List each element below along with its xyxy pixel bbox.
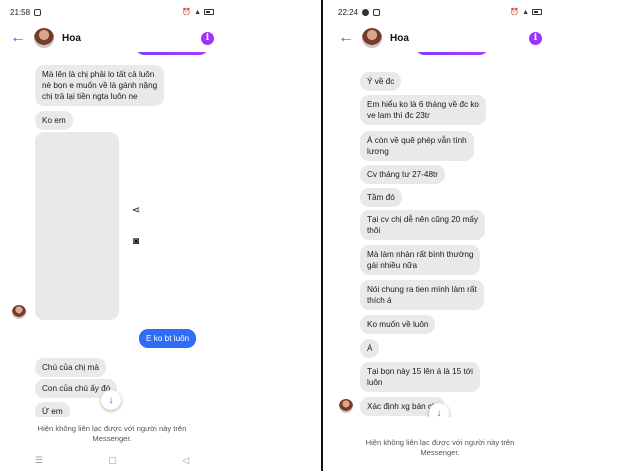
sent-message-fragment[interactable] xyxy=(416,52,488,55)
contact-small-avatar xyxy=(12,305,26,319)
notice-line-2: Messenger. xyxy=(92,433,132,443)
scroll-down-arrow-icon[interactable]: ↓ xyxy=(101,390,121,410)
contact-name[interactable]: Hoa xyxy=(390,33,529,44)
notice-line-1: Hiện không liên lạc được với người này t… xyxy=(37,424,187,433)
sent-message-fragment[interactable] xyxy=(136,52,208,55)
scroll-down-arrow-icon[interactable]: ↓ xyxy=(429,403,449,417)
received-message[interactable]: Ko em xyxy=(35,111,73,131)
left-phone-screenshot: 21:58 ⏰ ▲ ← Hoa i Mà lên là chị phải lo … xyxy=(2,0,222,471)
battery-icon xyxy=(532,9,542,15)
received-message[interactable]: Chú của chị mà xyxy=(35,358,106,378)
received-message[interactable]: Cv tháng tư 27-48tr xyxy=(360,165,446,185)
system-nav-bar: ☰ ▢ ◁ xyxy=(2,453,222,467)
status-time: 21:58 xyxy=(10,7,31,17)
status-time: 22:24 xyxy=(338,7,359,17)
received-message[interactable]: Tại cv chị dễ nên cũng 20 mấy thôi xyxy=(360,210,486,241)
contact-name[interactable]: Hoa xyxy=(62,33,201,44)
alarm-icon: ⏰ xyxy=(510,9,520,16)
status-bar: 21:58 ⏰ ▲ xyxy=(10,6,214,18)
share-icon[interactable]: ⋖ xyxy=(130,204,142,216)
right-phone-screenshot: 22:24 ⏰ ▲ ← Hoa i Ý về đc Em hiểu ko là … xyxy=(330,0,550,471)
received-message[interactable]: Em hiểu ko là 6 tháng về đc ko ve lam th… xyxy=(360,95,486,126)
sent-message[interactable]: E ko bt luôn xyxy=(139,329,197,349)
message-list[interactable]: Ý về đc Em hiểu ko là 6 tháng về đc ko v… xyxy=(330,52,550,417)
signal-icon: ▲ xyxy=(522,8,529,16)
notification-icon xyxy=(34,8,42,16)
received-message[interactable]: Tại bọn này 15 lên á là 15 tới luôn xyxy=(360,362,480,393)
info-icon[interactable]: i xyxy=(201,31,214,45)
signal-icon: ▲ xyxy=(194,8,201,16)
messenger-notification-icon xyxy=(362,8,370,16)
message-list[interactable]: Mà lên là chị phải lo tất cả luôn nè bọn… xyxy=(2,52,222,417)
received-message[interactable]: Nói chung ra tien mình làm rất thích á xyxy=(360,280,484,311)
notification-icon xyxy=(373,8,381,16)
info-icon[interactable]: i xyxy=(529,31,542,45)
received-message[interactable]: Á còn về quê phép vẫn tính lương xyxy=(360,131,474,162)
home-icon[interactable]: ▢ xyxy=(108,455,117,466)
contact-avatar[interactable] xyxy=(362,28,382,48)
media-attachment[interactable] xyxy=(35,132,119,320)
camera-icon[interactable]: ◙ xyxy=(130,235,142,247)
received-message[interactable]: Mà làm nhàn rất bình thường gái nhiều nữ… xyxy=(360,245,481,276)
received-message[interactable]: Tầm đó xyxy=(360,188,402,208)
received-message[interactable]: Ý về đc xyxy=(360,72,402,92)
contact-avatar[interactable] xyxy=(34,28,54,48)
chat-header: ← Hoa i xyxy=(2,24,222,52)
received-message[interactable]: Mà lên là chị phải lo tất cả luôn nè bọn… xyxy=(35,65,165,107)
alarm-icon: ⏰ xyxy=(182,9,192,16)
screenshot-divider xyxy=(321,0,323,471)
chat-header: ← Hoa i xyxy=(330,24,550,52)
status-bar: 22:24 ⏰ ▲ xyxy=(338,6,542,18)
back-arrow-icon[interactable]: ← xyxy=(338,29,356,47)
unavailable-notice: Hiện không liên lạc được với người này t… xyxy=(2,424,222,444)
received-message[interactable]: Ko muốn về luôn xyxy=(360,315,436,335)
back-icon[interactable]: ◁ xyxy=(182,455,189,466)
notice-line-1: Hiện không liên lạc được với người này t… xyxy=(365,438,515,447)
menu-icon[interactable]: ☰ xyxy=(35,455,43,466)
received-message[interactable]: Á xyxy=(360,339,380,359)
contact-small-avatar xyxy=(339,399,353,413)
battery-icon xyxy=(204,9,214,15)
unavailable-notice: Hiện không liên lạc được với người này t… xyxy=(330,438,550,458)
back-arrow-icon[interactable]: ← xyxy=(10,29,28,47)
notice-line-2: Messenger. xyxy=(420,447,460,457)
received-message[interactable]: Ừ em xyxy=(35,402,70,417)
